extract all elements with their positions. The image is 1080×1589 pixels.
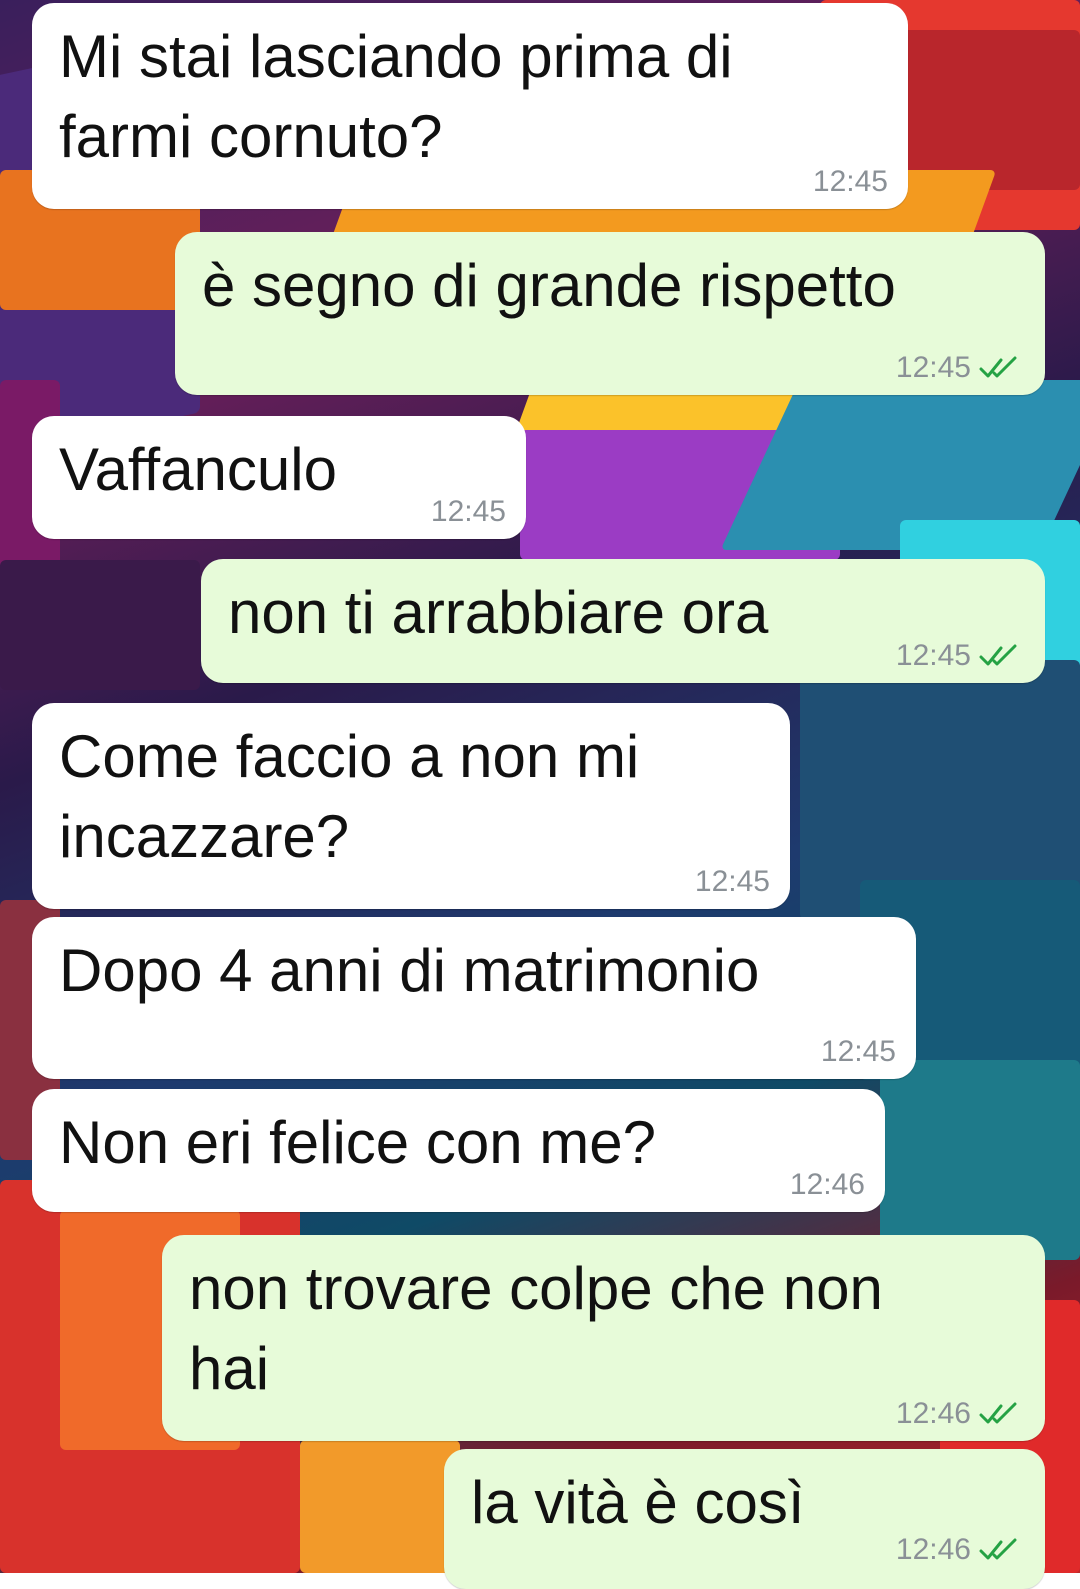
message-meta: 12:45 bbox=[896, 351, 1025, 385]
message-meta: 12:46 bbox=[790, 1168, 865, 1202]
double-check-icon bbox=[979, 1402, 1017, 1424]
incoming-message[interactable]: Vaffanculo 12:45 bbox=[32, 416, 526, 539]
double-check-icon bbox=[979, 356, 1017, 378]
message-meta: 12:45 bbox=[821, 1035, 896, 1069]
message-text: la vità è così bbox=[471, 1469, 805, 1536]
double-check-icon bbox=[979, 644, 1017, 666]
chat-message-list[interactable]: Mi stai lasciando prima di farmi cornuto… bbox=[0, 0, 1080, 1589]
incoming-message[interactable]: Non eri felice con me? 12:46 bbox=[32, 1089, 885, 1212]
message-time: 12:45 bbox=[430, 495, 506, 528]
outgoing-message[interactable]: è segno di grande rispetto 12:45 bbox=[175, 232, 1045, 395]
incoming-message[interactable]: Mi stai lasciando prima di farmi cornuto… bbox=[32, 3, 908, 209]
message-time: 12:46 bbox=[789, 1168, 865, 1201]
message-meta: 12:45 bbox=[813, 165, 888, 199]
double-check-icon bbox=[979, 1538, 1017, 1560]
message-time: 12:45 bbox=[820, 1035, 896, 1068]
message-time: 12:46 bbox=[895, 1397, 971, 1430]
message-time: 12:45 bbox=[812, 165, 888, 198]
message-time: 12:45 bbox=[895, 639, 971, 672]
outgoing-message[interactable]: non ti arrabbiare ora 12:45 bbox=[201, 559, 1045, 683]
message-text: è segno di grande rispetto bbox=[202, 252, 896, 319]
message-text: Non eri felice con me? bbox=[59, 1109, 656, 1176]
message-time: 12:45 bbox=[895, 351, 971, 384]
outgoing-message[interactable]: non trovare colpe che non hai 12:46 bbox=[162, 1235, 1045, 1441]
message-time: 12:45 bbox=[694, 865, 770, 898]
message-meta: 12:45 bbox=[695, 865, 770, 899]
message-meta: 12:45 bbox=[896, 639, 1025, 673]
message-text: Mi stai lasciando prima di farmi cornuto… bbox=[59, 23, 733, 170]
message-meta: 12:46 bbox=[896, 1533, 1025, 1567]
outgoing-message[interactable]: la vità è così 12:46 bbox=[444, 1449, 1045, 1589]
message-text: Come faccio a non mi incazzare? bbox=[59, 723, 640, 870]
message-meta: 12:45 bbox=[431, 495, 506, 529]
incoming-message[interactable]: Dopo 4 anni di matrimonio 12:45 bbox=[32, 917, 916, 1079]
message-text: Dopo 4 anni di matrimonio bbox=[59, 937, 760, 1004]
incoming-message[interactable]: Come faccio a non mi incazzare? 12:45 bbox=[32, 703, 790, 909]
message-time: 12:46 bbox=[895, 1533, 971, 1566]
message-meta: 12:46 bbox=[896, 1397, 1025, 1431]
message-text: non trovare colpe che non hai bbox=[189, 1255, 883, 1402]
